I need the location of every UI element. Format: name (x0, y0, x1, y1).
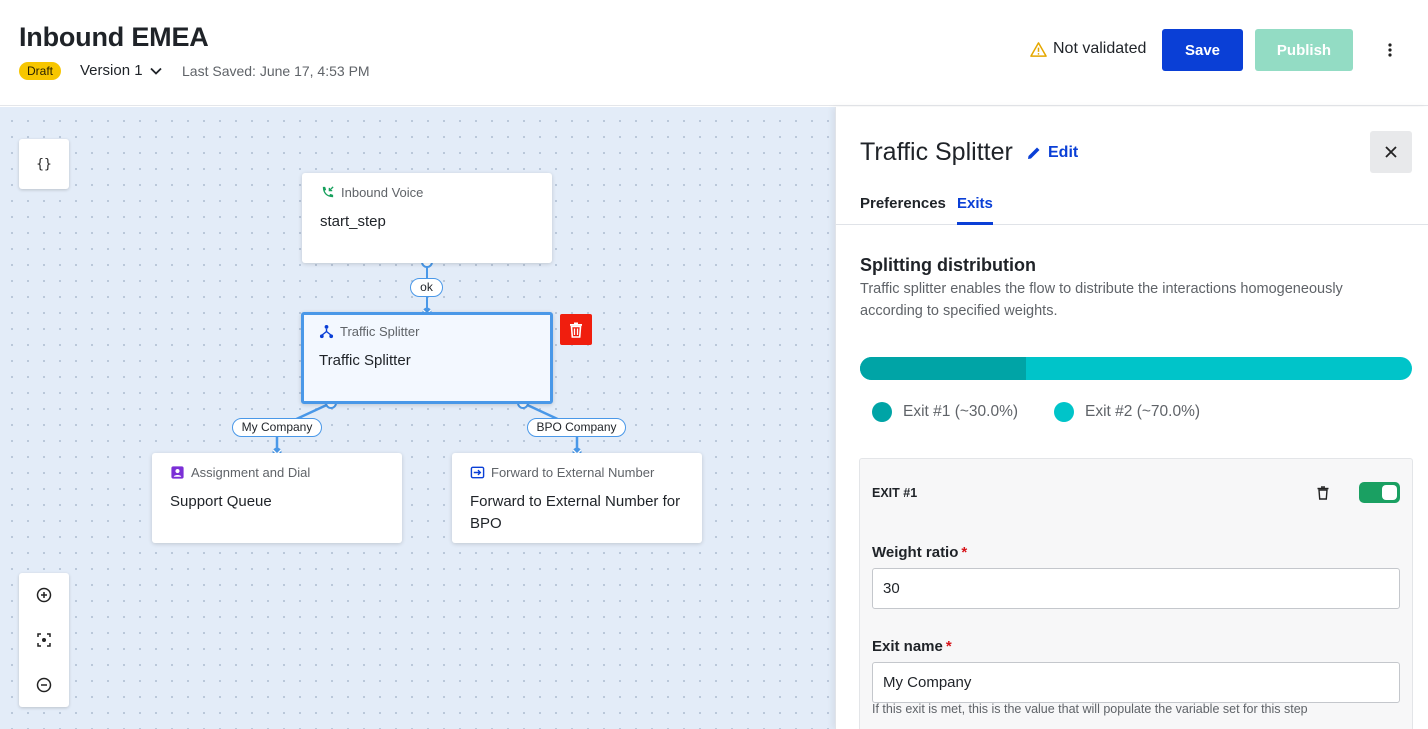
exit-name-help-text: If this exit is met, this is the value t… (872, 702, 1308, 716)
exit-name-input[interactable] (872, 662, 1400, 703)
more-vertical-icon (1388, 43, 1392, 57)
exit-enabled-toggle[interactable] (1359, 482, 1400, 503)
edge-label-bpo-company[interactable]: BPO Company (527, 418, 626, 437)
flow-canvas[interactable]: {} Inbound Voice start_step Traffic Spli… (0, 107, 835, 729)
node-type-label: Traffic Splitter (340, 324, 420, 339)
node-traffic-splitter[interactable]: Traffic Splitter Traffic Splitter (301, 312, 553, 404)
delete-node-button[interactable] (560, 314, 592, 345)
node-inbound-voice[interactable]: Inbound Voice start_step (302, 173, 552, 263)
distribution-bar (860, 357, 1412, 380)
step-settings-panel: Traffic Splitter Edit Preferences Exits … (835, 107, 1428, 729)
weight-ratio-label-text: Weight ratio (872, 544, 959, 561)
required-marker: * (945, 638, 952, 655)
exit-card-header: EXIT #1 (872, 486, 918, 500)
validation-text: Not validated (1053, 40, 1147, 57)
node-name: Support Queue (170, 493, 272, 510)
save-button[interactable]: Save (1162, 29, 1243, 71)
distribution-segment-exit-1 (860, 357, 1026, 380)
section-description: Traffic splitter enables the flow to dis… (860, 281, 1343, 319)
section-title: Splitting distribution (860, 255, 1036, 275)
version-label: Version 1 (80, 62, 143, 79)
assignment-icon (171, 466, 184, 479)
panel-body[interactable]: Splitting distribution Traffic splitter … (836, 226, 1428, 729)
warning-icon (1030, 41, 1047, 57)
legend-label: Exit #2 (~70.0%) (1085, 403, 1201, 420)
legend-dot (1054, 402, 1074, 422)
validation-status[interactable]: Not validated (1030, 40, 1146, 58)
node-assignment-and-dial[interactable]: Assignment and Dial Support Queue (152, 453, 402, 543)
more-options-button[interactable] (1378, 38, 1402, 62)
close-panel-button[interactable] (1370, 131, 1412, 173)
edit-label: Edit (1048, 144, 1079, 161)
flow-header: Inbound EMEA Draft Version 1 Last Saved:… (0, 0, 1428, 106)
zoom-out-icon (36, 677, 52, 692)
panel-tabs: Preferences Exits (836, 195, 1428, 225)
required-marker: * (961, 544, 968, 561)
legend-exit-2: Exit #2 (~70.0%) (1054, 402, 1200, 422)
node-type-label: Inbound Voice (341, 185, 424, 200)
zoom-in-button[interactable] (19, 575, 69, 615)
version-dropdown[interactable]: Version 1 (80, 62, 163, 79)
splitter-icon (319, 324, 334, 339)
zoom-out-button[interactable] (19, 665, 69, 705)
legend-exit-1: Exit #1 (~30.0%) (872, 402, 1018, 422)
publish-button[interactable]: Publish (1255, 29, 1353, 71)
node-name: Forward to External Number for BPO (470, 493, 681, 532)
last-saved-text: Last Saved: June 17, 4:53 PM (182, 63, 370, 79)
zoom-in-icon (36, 588, 52, 603)
fit-view-button[interactable] (19, 620, 69, 660)
tab-exits[interactable]: Exits (957, 195, 993, 225)
panel-title: Traffic Splitter (860, 138, 1013, 166)
node-type-label: Forward to External Number (491, 465, 655, 480)
forward-icon (470, 466, 485, 479)
exit-name-label: Exit name * (872, 638, 952, 655)
zoom-controls (19, 573, 69, 707)
legend-label: Exit #1 (~30.0%) (903, 403, 1019, 420)
trash-icon (570, 322, 582, 338)
exit-card: EXIT #1 Weight ratio* Exit name* If this… (859, 458, 1413, 729)
delete-exit-button[interactable] (1314, 483, 1332, 503)
weight-ratio-input[interactable] (872, 568, 1400, 609)
trash-icon (1317, 486, 1329, 500)
edge-label-ok[interactable]: ok (410, 278, 443, 297)
node-type-label: Assignment and Dial (191, 465, 311, 480)
weight-ratio-label: Weight ratio * (872, 544, 967, 561)
flow-title: Inbound EMEA (19, 22, 209, 52)
node-name: Traffic Splitter (319, 352, 411, 369)
legend-dot (872, 402, 892, 422)
fit-view-icon (37, 633, 51, 647)
node-forward-external-number[interactable]: Forward to External Number Forward to Ex… (452, 453, 702, 543)
exit-name-label-text: Exit name (872, 638, 943, 655)
close-icon (1385, 146, 1397, 158)
pencil-icon (1028, 147, 1040, 159)
edit-step-button[interactable]: Edit (1026, 144, 1078, 162)
phone-incoming-icon (322, 186, 334, 198)
status-badge: Draft (19, 62, 62, 80)
chevron-down-icon (149, 67, 162, 75)
edge-label-my-company[interactable]: My Company (232, 418, 322, 437)
toggle-knob (1382, 485, 1397, 500)
tab-preferences[interactable]: Preferences (860, 195, 946, 225)
node-name: start_step (320, 213, 386, 230)
